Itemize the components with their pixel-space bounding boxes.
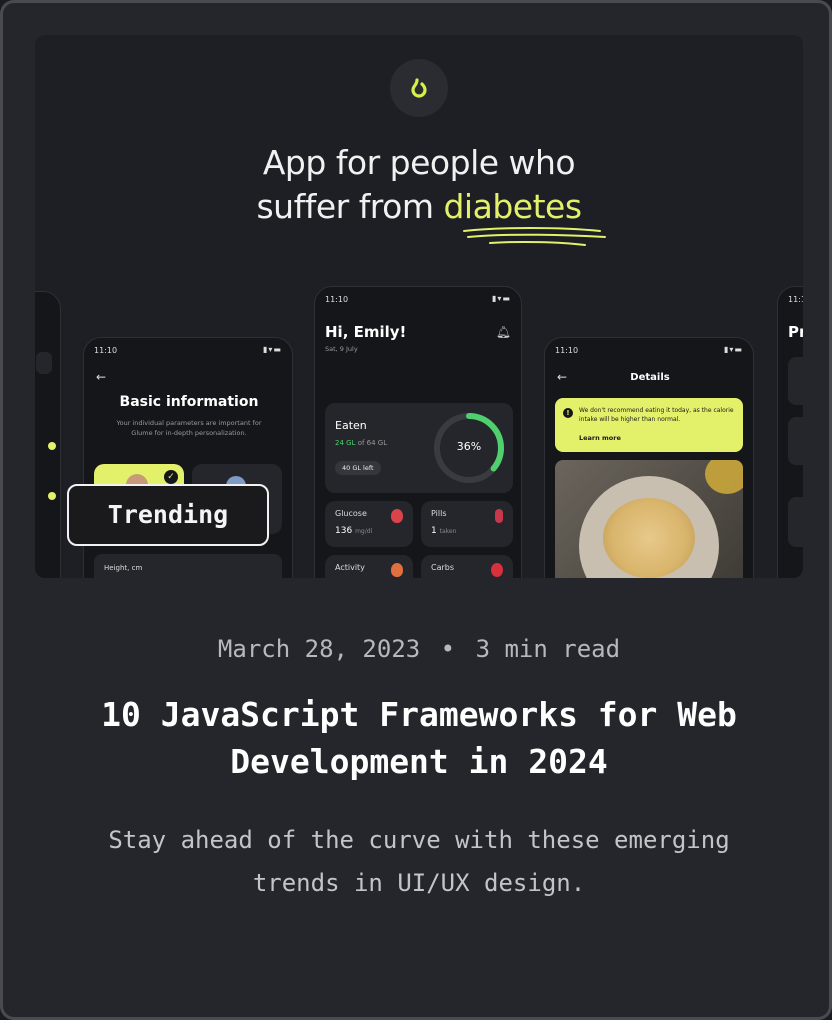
- article-title-line1[interactable]: 10 JavaScript Frameworks for Web: [23, 691, 815, 738]
- eaten-summary: 24 GL of 64 GL: [335, 439, 387, 447]
- read-time: 3 min read: [475, 635, 621, 663]
- article-title[interactable]: 10 JavaScript Frameworks for Web Develop…: [23, 691, 815, 785]
- article-description-line1: Stay ahead of the curve with these emerg…: [108, 826, 730, 854]
- cover-headline-prefix: suffer from: [256, 187, 444, 226]
- info-tile: [788, 417, 803, 465]
- cover-headline-highlight: diabetes: [443, 187, 582, 226]
- status-icons: ▮▾▬: [263, 345, 282, 354]
- eaten-card: Eaten 24 GL of 64 GL 40 GL left 36%: [325, 403, 513, 493]
- eaten-label: Eaten: [335, 419, 367, 432]
- height-field: Height, cm: [94, 554, 282, 578]
- highlight-scribble: [463, 227, 606, 246]
- status-time: 11:10: [325, 295, 349, 304]
- shoe-icon: [391, 563, 403, 577]
- option-dot: [48, 442, 56, 450]
- article-description-line2: trends in UI/UX design.: [252, 869, 586, 897]
- height-field-label: Height, cm: [104, 564, 143, 572]
- app-logo: [390, 59, 448, 117]
- screen-title: Pr: [788, 323, 803, 341]
- greeting: Hi, Emily!: [325, 323, 407, 341]
- cover-headline-line1: App for people who: [262, 143, 576, 182]
- option-dot: [48, 492, 56, 500]
- eaten-total: of 64 GL: [357, 439, 388, 447]
- phone-mockup-right-edge: 11:1 Pr: [777, 286, 803, 578]
- screen-title: Basic information: [119, 394, 259, 410]
- check-icon: ✓: [164, 470, 178, 484]
- info-tile: [788, 357, 803, 405]
- glucose-tile: Glucose 136 mg/dl: [325, 501, 413, 547]
- food-photo: [555, 460, 743, 578]
- tile-label: Glucose: [335, 509, 367, 518]
- left-chip: 40 GL left: [335, 461, 381, 475]
- pill-icon: [495, 509, 503, 523]
- back-arrow-icon: ←: [96, 370, 107, 384]
- meta-separator: •: [440, 635, 456, 663]
- pills-tile: Pills 1 taken: [421, 501, 513, 547]
- article-description: Stay ahead of the curve with these emerg…: [43, 819, 795, 905]
- info-icon: !: [563, 408, 573, 418]
- article-card[interactable]: App for people who suffer from diabetes …: [0, 0, 832, 1020]
- date: Sat, 9 July: [325, 345, 358, 353]
- status-time: 11:10: [555, 346, 579, 355]
- progress-label: 36%: [456, 440, 482, 453]
- phone-mockup-left-edge: [35, 291, 61, 578]
- status-time: 11:10: [94, 346, 118, 355]
- tile-label: Activity: [335, 563, 365, 572]
- warning-banner: ! We don't recommend eating it today, as…: [555, 398, 743, 452]
- tile-label: Pills: [431, 509, 447, 518]
- publish-date: March 28, 2023: [217, 635, 421, 663]
- pasta: [603, 498, 695, 578]
- drop-logo-icon: [411, 78, 427, 98]
- learn-more-link: Learn more: [579, 434, 621, 442]
- cover-headline-line2: suffer from diabetes: [35, 185, 803, 229]
- info-tile: [788, 497, 803, 547]
- blood-drop-icon: [391, 509, 403, 523]
- status-icons: ▮▾▬: [724, 345, 743, 354]
- screen-subtitle: Your individual parameters are important…: [116, 419, 262, 437]
- warning-text: We don't recommend eating it today, as t…: [579, 407, 734, 423]
- article-meta: March 28, 2023 • 3 min read: [3, 635, 829, 663]
- activity-tile: Activity 244 steps: [325, 555, 413, 578]
- bell-icon: 🔔︎: [495, 325, 511, 339]
- carbs-tile: Carbs 522 cal: [421, 555, 513, 578]
- cover-headline: App for people who suffer from diabetes: [35, 141, 803, 229]
- phone-mockup-details: 11:10 ▮▾▬ ← Details ! We don't recommend…: [544, 337, 754, 578]
- tile-value: 136 mg/dl: [335, 526, 373, 536]
- toggle-tile: [36, 352, 52, 374]
- tile-value: 1 taken: [431, 526, 457, 536]
- apple-icon: [491, 563, 503, 577]
- glass: [705, 460, 743, 494]
- tile-label: Carbs: [431, 563, 455, 572]
- screen-title: Details: [630, 372, 670, 383]
- phone-mockup-dashboard: 11:10 ▮▾▬ Hi, Emily! Sat, 9 July 🔔︎ Eate…: [314, 286, 522, 578]
- eaten-value: 24 GL: [335, 439, 356, 447]
- article-title-line2[interactable]: Development in 2024: [23, 738, 815, 785]
- status-time: 11:1: [788, 295, 803, 304]
- status-icons: ▮▾▬: [492, 294, 511, 303]
- trending-badge: Trending: [67, 484, 269, 546]
